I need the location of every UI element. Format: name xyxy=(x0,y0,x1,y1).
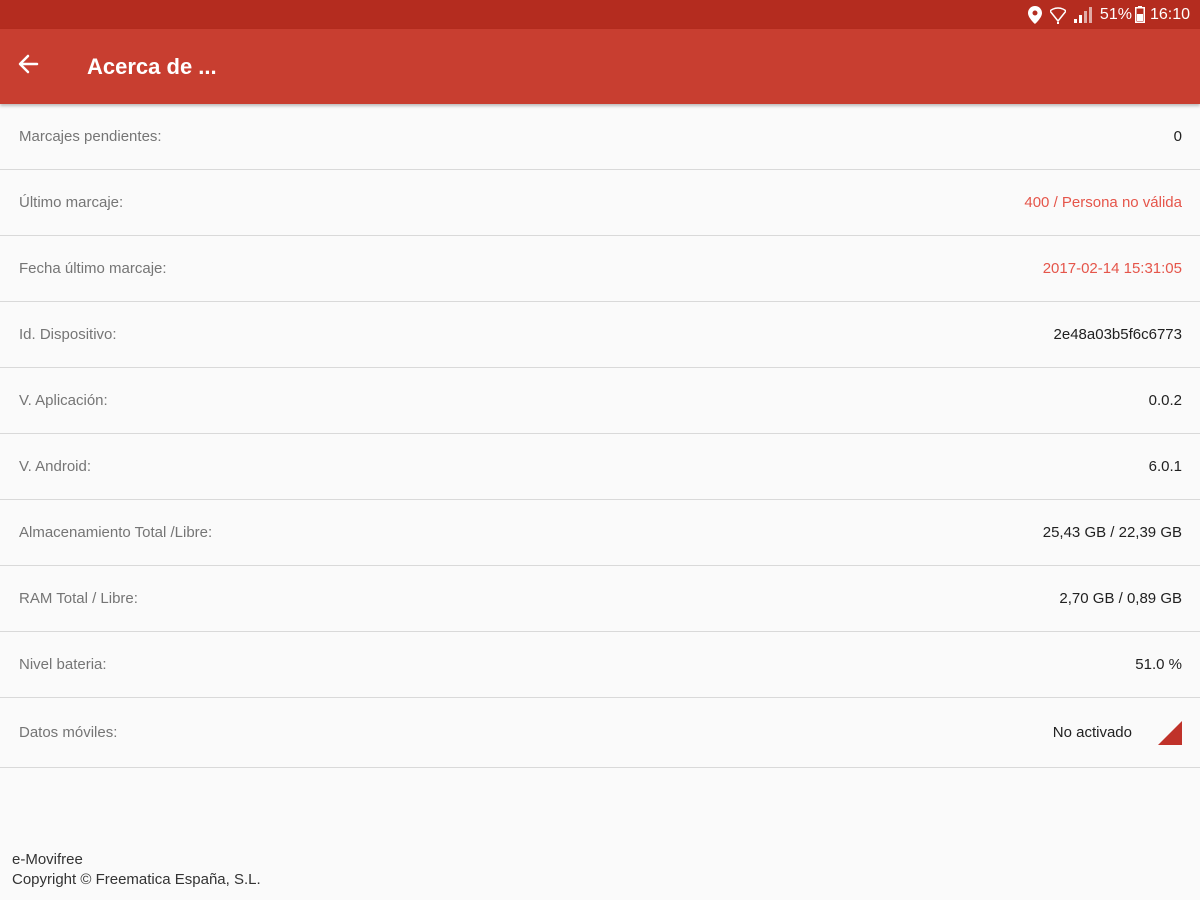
battery-icon xyxy=(1134,6,1145,23)
info-label: Nivel bateria: xyxy=(19,656,107,673)
battery-percent: 51% xyxy=(1099,5,1132,23)
info-row-mobile-data: Datos móviles: No activado xyxy=(0,698,1200,768)
info-value: 400 / Persona no válida xyxy=(1024,194,1182,211)
back-button[interactable] xyxy=(17,39,73,95)
dropdown-corner-icon[interactable] xyxy=(1158,720,1182,745)
info-label: RAM Total / Libre: xyxy=(19,590,138,607)
info-row-battery: Nivel bateria: 51.0 % xyxy=(0,632,1200,698)
info-row-last-mark: Último marcaje: 400 / Persona no válida xyxy=(0,170,1200,236)
info-label: V. Aplicación: xyxy=(19,392,108,409)
arrow-back-icon xyxy=(17,53,39,80)
clock: 16:10 xyxy=(1149,5,1190,23)
wifi-icon xyxy=(1049,6,1066,24)
info-row-device-id: Id. Dispositivo: 2e48a03b5f6c6773 xyxy=(0,302,1200,368)
info-label: Marcajes pendientes: xyxy=(19,128,162,145)
info-value: 0.0.2 xyxy=(1148,392,1182,409)
info-value: 51.0 % xyxy=(1135,656,1182,673)
info-row-storage: Almacenamiento Total /Libre: 25,43 GB / … xyxy=(0,500,1200,566)
footer-copyright: Copyright © Freematica España, S.L. xyxy=(12,871,261,888)
info-value: 2017-02-14 15:31:05 xyxy=(1042,260,1182,277)
footer-app-name: e-Movifree xyxy=(12,851,83,868)
info-value: No activado xyxy=(1052,724,1132,741)
info-row-app-version: V. Aplicación: 0.0.2 xyxy=(0,368,1200,434)
info-label: Almacenamiento Total /Libre: xyxy=(19,524,213,541)
info-label: V. Android: xyxy=(19,458,92,475)
info-value: 2,70 GB / 0,89 GB xyxy=(1059,590,1182,607)
info-row-last-mark-date: Fecha último marcaje: 2017-02-14 15:31:0… xyxy=(0,236,1200,302)
info-label: Fecha último marcaje: xyxy=(19,260,167,277)
info-value: 2e48a03b5f6c6773 xyxy=(1053,326,1182,343)
app-bar: Acerca de ... xyxy=(0,29,1200,104)
info-row-pending: Marcajes pendientes: 0 xyxy=(0,104,1200,170)
location-icon xyxy=(1027,5,1042,24)
status-bar: 51% 16:10 xyxy=(0,0,1200,29)
footer: e-Movifree Copyright © Freematica España… xyxy=(12,850,261,890)
info-label: Id. Dispositivo: xyxy=(19,326,117,343)
mobile-data-value-wrap: No activado xyxy=(1052,720,1182,745)
info-value: 0 xyxy=(1173,128,1182,145)
signal-icon xyxy=(1073,6,1092,23)
info-row-android-version: V. Android: 6.0.1 xyxy=(0,434,1200,500)
info-value: 25,43 GB / 22,39 GB xyxy=(1042,524,1182,541)
info-list: Marcajes pendientes: 0 Último marcaje: 4… xyxy=(0,104,1200,768)
info-label: Último marcaje: xyxy=(19,194,124,211)
info-value: 6.0.1 xyxy=(1148,458,1182,475)
info-row-ram: RAM Total / Libre: 2,70 GB / 0,89 GB xyxy=(0,566,1200,632)
info-label: Datos móviles: xyxy=(19,724,118,741)
page-title: Acerca de ... xyxy=(87,53,217,79)
